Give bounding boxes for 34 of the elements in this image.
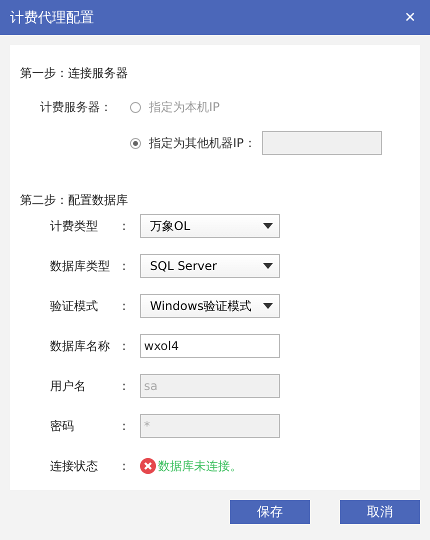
radio-button[interactable] <box>130 138 141 148</box>
field-label: 连接状态 <box>50 458 99 474</box>
radio-option[interactable]: 指定为本机IP <box>130 98 220 116</box>
radio-option[interactable]: 指定为其他机器IP： <box>130 134 256 152</box>
colon: : <box>122 459 128 473</box>
caret-icon <box>263 263 273 269</box>
colon: : <box>122 299 128 313</box>
field-label: 计费类型 <box>50 218 99 234</box>
ip-field[interactable] <box>262 131 382 155</box>
radio-button[interactable] <box>130 102 141 112</box>
field-label: 密码 <box>50 418 75 434</box>
field-label: 计费服务器： <box>40 98 113 116</box>
status-text: 数据库未连接。 <box>158 458 242 474</box>
caret-icon <box>263 303 273 309</box>
caret-icon <box>263 223 273 229</box>
field-label: 数据库类型 <box>50 258 111 274</box>
field-label: 数据库名称 <box>50 338 111 354</box>
section-heading: 第二步：配置数据库 <box>20 192 129 209</box>
dropdown[interactable]: Windows验证模式 <box>140 294 280 318</box>
colon: : <box>122 419 128 433</box>
colon: : <box>122 339 128 353</box>
colon: : <box>122 259 128 273</box>
dropdown[interactable]: 万象OL <box>140 214 280 238</box>
section-heading: 第一步：连接服务器 <box>20 65 129 82</box>
field-label: 用户名 <box>50 378 87 394</box>
window-title: 计费代理配置 <box>10 8 94 26</box>
field-label: 验证模式 <box>50 298 99 314</box>
close-button[interactable]: ✕ <box>400 10 420 26</box>
save-button[interactable]: 保存 <box>230 500 310 524</box>
colon: : <box>122 219 128 233</box>
colon: : <box>122 379 128 393</box>
dropdown[interactable]: SQL Server <box>140 254 280 278</box>
input-field[interactable]: wxol4 <box>140 334 280 358</box>
cancel-button[interactable]: 取消 <box>340 500 420 524</box>
